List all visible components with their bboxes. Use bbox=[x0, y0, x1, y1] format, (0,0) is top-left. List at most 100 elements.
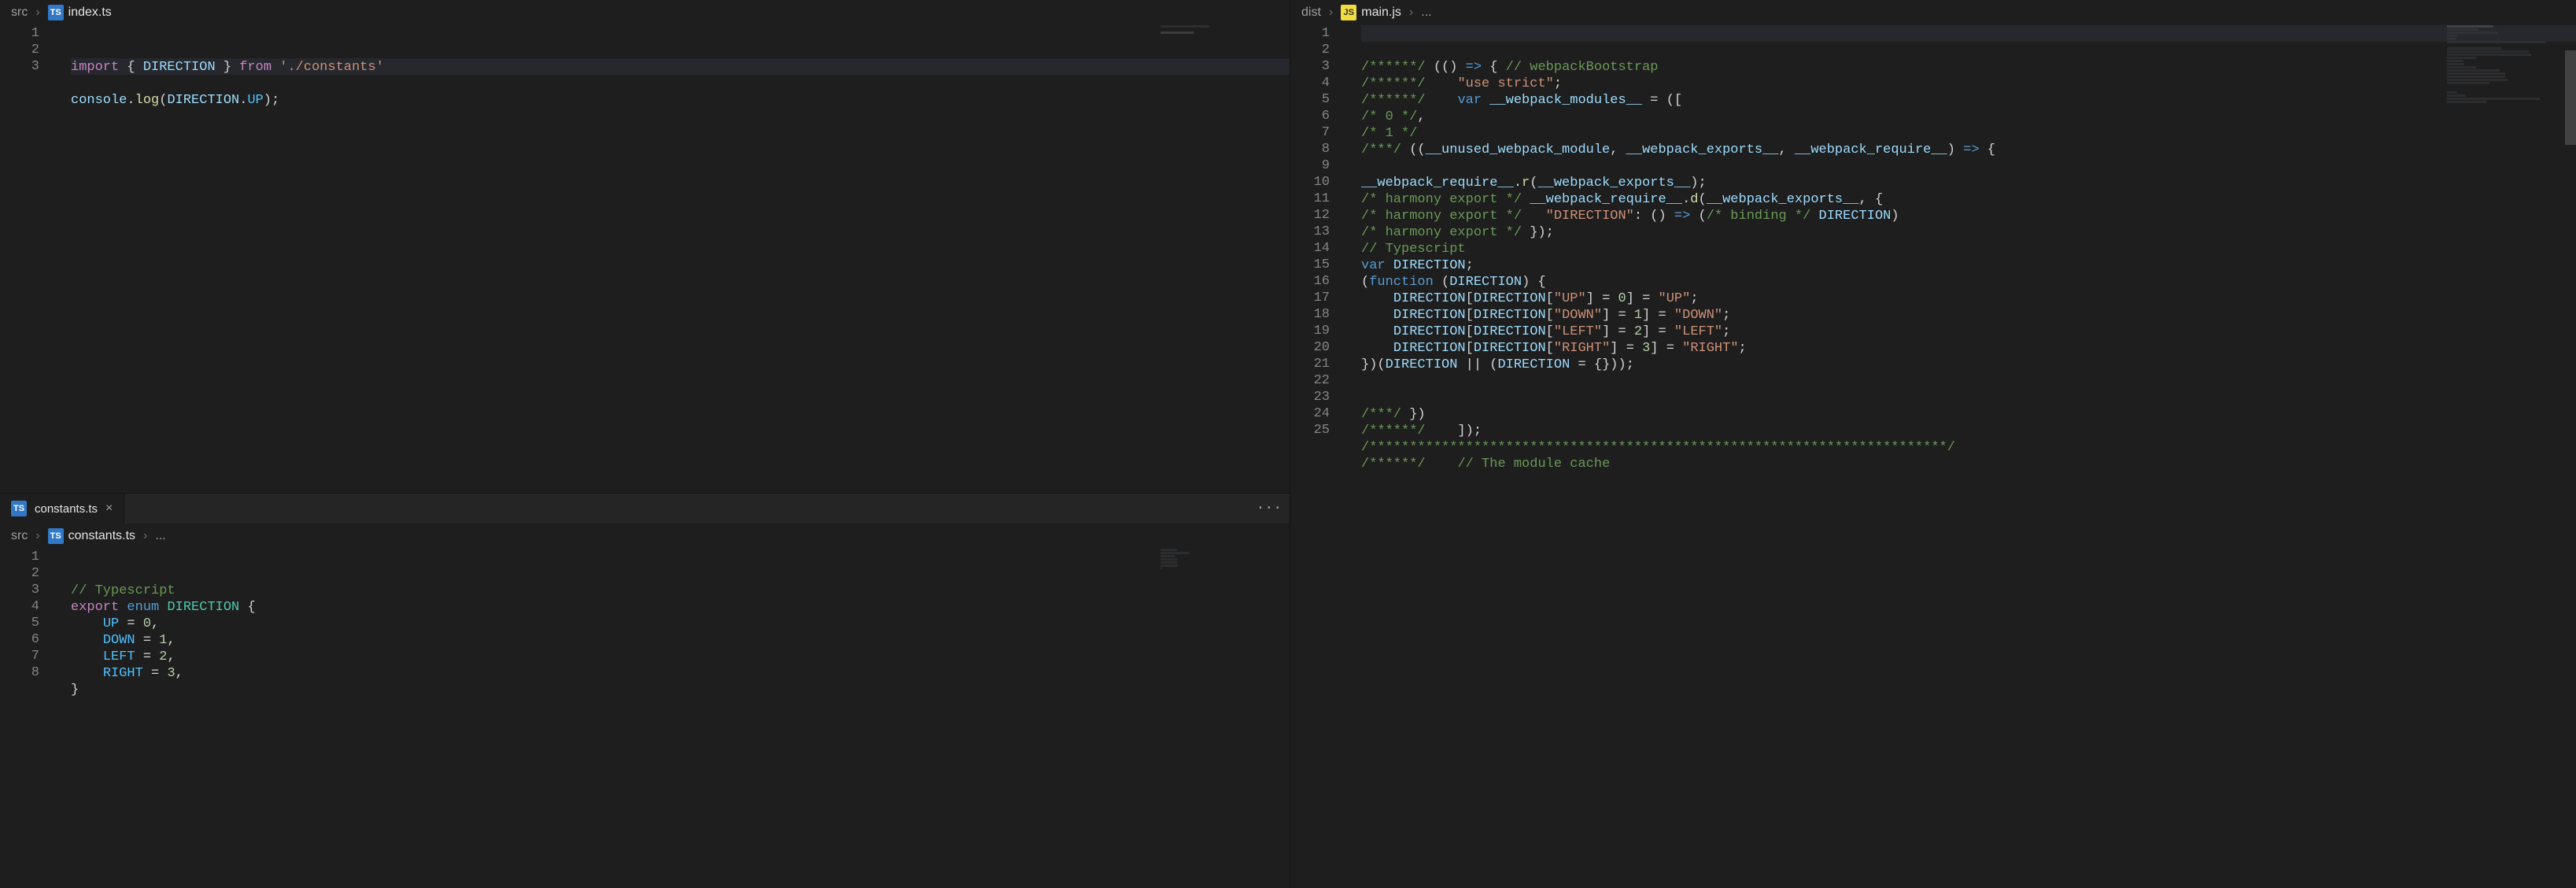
code-line[interactable]: export enum DIRECTION { bbox=[71, 599, 1290, 616]
code-line[interactable]: /* harmony export */ "DIRECTION": () => … bbox=[1361, 208, 2576, 224]
code-token bbox=[1426, 93, 1458, 108]
code-token: DIRECTION bbox=[1474, 324, 1546, 339]
code-line[interactable]: // Typescript bbox=[71, 583, 1290, 599]
code-area[interactable]: /******/ (() => { // webpackBootstrap/**… bbox=[1361, 25, 2576, 888]
typescript-icon: TS bbox=[11, 501, 27, 516]
code-line[interactable]: UP = 0, bbox=[71, 616, 1290, 632]
breadcrumb[interactable]: src › TS index.ts bbox=[0, 0, 1290, 25]
code-line[interactable]: // Typescript bbox=[1361, 241, 2576, 257]
tab-constants-ts[interactable]: TS constants.ts × bbox=[0, 494, 124, 524]
code-line[interactable]: /******/ var __webpack_modules__ = ([ bbox=[1361, 92, 2576, 109]
code-line[interactable] bbox=[1361, 390, 2576, 406]
code-line[interactable]: /* 1 */ bbox=[1361, 125, 2576, 142]
code-line[interactable]: /***/ ((__unused_webpack_module, __webpa… bbox=[1361, 142, 2576, 158]
code-token: import bbox=[71, 60, 127, 75]
code-area[interactable]: // Typescriptexport enum DIRECTION { UP … bbox=[71, 549, 1290, 888]
code-line[interactable]: LEFT = 2, bbox=[71, 649, 1290, 665]
code-token: , { bbox=[1859, 192, 1884, 207]
breadcrumb[interactable]: dist › JS main.js › ... bbox=[1290, 0, 2576, 25]
code-line[interactable]: DIRECTION[DIRECTION["DOWN"] = 1] = "DOWN… bbox=[1361, 307, 2576, 324]
code-line[interactable]: (function (DIRECTION) { bbox=[1361, 274, 2576, 290]
code-line[interactable]: DIRECTION[DIRECTION["UP"] = 0] = "UP"; bbox=[1361, 290, 2576, 307]
line-number: 19 bbox=[1290, 323, 1330, 339]
code-line[interactable]: /******/ ]); bbox=[1361, 423, 2576, 439]
code-line[interactable]: /******/ // The module cache bbox=[1361, 456, 2576, 472]
line-number: 6 bbox=[1290, 108, 1330, 124]
breadcrumb-ellipsis[interactable]: ... bbox=[155, 529, 165, 543]
code-line[interactable]: /******/ (() => { // webpackBootstrap bbox=[1361, 59, 2576, 76]
code-token bbox=[1522, 192, 1530, 207]
breadcrumb-file[interactable]: TS constants.ts bbox=[48, 528, 135, 544]
line-number: 25 bbox=[1290, 422, 1330, 438]
line-number: 20 bbox=[1290, 339, 1330, 356]
line-number: 2 bbox=[0, 565, 39, 582]
code-line[interactable] bbox=[1361, 373, 2576, 390]
code-token: /* harmony export */ bbox=[1361, 225, 1522, 240]
code-line[interactable]: } bbox=[71, 682, 1290, 698]
code-line[interactable]: console.log(DIRECTION.UP); bbox=[71, 92, 1290, 109]
code-line[interactable]: var DIRECTION; bbox=[1361, 257, 2576, 274]
line-number: 5 bbox=[1290, 91, 1330, 108]
breadcrumb-folder[interactable]: src bbox=[11, 6, 28, 20]
code-line[interactable]: import { DIRECTION } from './constants' bbox=[71, 59, 1290, 76]
line-number: 2 bbox=[1290, 42, 1330, 58]
code-token: var bbox=[1457, 93, 1489, 108]
line-number: 16 bbox=[1290, 273, 1330, 290]
close-icon[interactable]: × bbox=[105, 501, 113, 516]
code-line[interactable]: DOWN = 1, bbox=[71, 632, 1290, 649]
code-line[interactable]: /* 0 */, bbox=[1361, 109, 2576, 125]
code-token: /***/ bbox=[1361, 407, 1401, 422]
code-token: DOWN bbox=[103, 633, 135, 648]
code-editor[interactable]: 123 import { DIRECTION } from './constan… bbox=[0, 25, 1290, 493]
code-token: . bbox=[1514, 176, 1522, 191]
breadcrumb-ellipsis[interactable]: ... bbox=[1421, 6, 1431, 20]
code-token: DIRECTION bbox=[1393, 258, 1466, 273]
code-token: "DOWN" bbox=[1554, 308, 1602, 323]
breadcrumb-folder[interactable]: src bbox=[11, 529, 28, 543]
code-line[interactable]: })(DIRECTION || (DIRECTION = {})); bbox=[1361, 357, 2576, 373]
left-editor-group: src › TS index.ts 123 import { DIRECTION… bbox=[0, 0, 1290, 888]
code-token: ); bbox=[264, 93, 279, 108]
code-line[interactable]: /******/ "use strict"; bbox=[1361, 76, 2576, 92]
code-line[interactable]: /***************************************… bbox=[1361, 439, 2576, 456]
code-token: [ bbox=[1546, 324, 1554, 339]
code-line[interactable] bbox=[71, 698, 1290, 715]
typescript-icon: TS bbox=[48, 5, 64, 20]
code-line[interactable]: /* harmony export */ }); bbox=[1361, 224, 2576, 241]
code-token: }); bbox=[1522, 225, 1554, 240]
code-editor[interactable]: 12345678 // Typescriptexport enum DIRECT… bbox=[0, 549, 1290, 888]
code-token: ]); bbox=[1426, 424, 1482, 438]
code-editor[interactable]: 1234567891011121314151617181920212223242… bbox=[1290, 25, 2576, 888]
code-token: ; bbox=[1554, 76, 1562, 91]
code-line[interactable]: /* harmony export */ __webpack_require__… bbox=[1361, 191, 2576, 208]
more-actions-icon[interactable]: ··· bbox=[1257, 501, 1282, 516]
code-token bbox=[1522, 209, 1546, 224]
line-number: 8 bbox=[1290, 141, 1330, 157]
breadcrumb[interactable]: src › TS constants.ts › ... bbox=[0, 524, 1290, 549]
tab-label: constants.ts bbox=[35, 502, 98, 516]
code-token: d bbox=[1690, 192, 1698, 207]
code-line[interactable]: DIRECTION[DIRECTION["RIGHT"] = 3] = "RIG… bbox=[1361, 340, 2576, 357]
code-token: => bbox=[1674, 209, 1690, 224]
breadcrumb-file[interactable]: JS main.js bbox=[1341, 5, 1401, 20]
code-line[interactable]: RIGHT = 3, bbox=[71, 665, 1290, 682]
code-token: = bbox=[135, 633, 160, 648]
line-number: 18 bbox=[1290, 306, 1330, 323]
code-token: 3 bbox=[167, 666, 175, 681]
breadcrumb-folder[interactable]: dist bbox=[1301, 6, 1321, 20]
code-line[interactable]: __webpack_require__.r(__webpack_exports_… bbox=[1361, 175, 2576, 191]
code-token: ( bbox=[1530, 176, 1537, 191]
code-line[interactable] bbox=[1361, 158, 2576, 175]
line-number: 1 bbox=[0, 25, 39, 42]
line-number: 7 bbox=[0, 648, 39, 664]
code-area[interactable]: import { DIRECTION } from './constants' c… bbox=[71, 25, 1290, 493]
code-token: UP bbox=[247, 93, 263, 108]
line-number: 3 bbox=[0, 582, 39, 598]
code-token bbox=[1426, 76, 1458, 91]
tab-actions: ··· bbox=[1257, 501, 1282, 516]
code-line[interactable]: DIRECTION[DIRECTION["LEFT"] = 2] = "LEFT… bbox=[1361, 324, 2576, 340]
code-line[interactable]: /***/ }) bbox=[1361, 406, 2576, 423]
code-line[interactable] bbox=[71, 76, 1290, 92]
breadcrumb-file[interactable]: TS index.ts bbox=[48, 5, 112, 20]
code-token: enum bbox=[127, 600, 167, 615]
